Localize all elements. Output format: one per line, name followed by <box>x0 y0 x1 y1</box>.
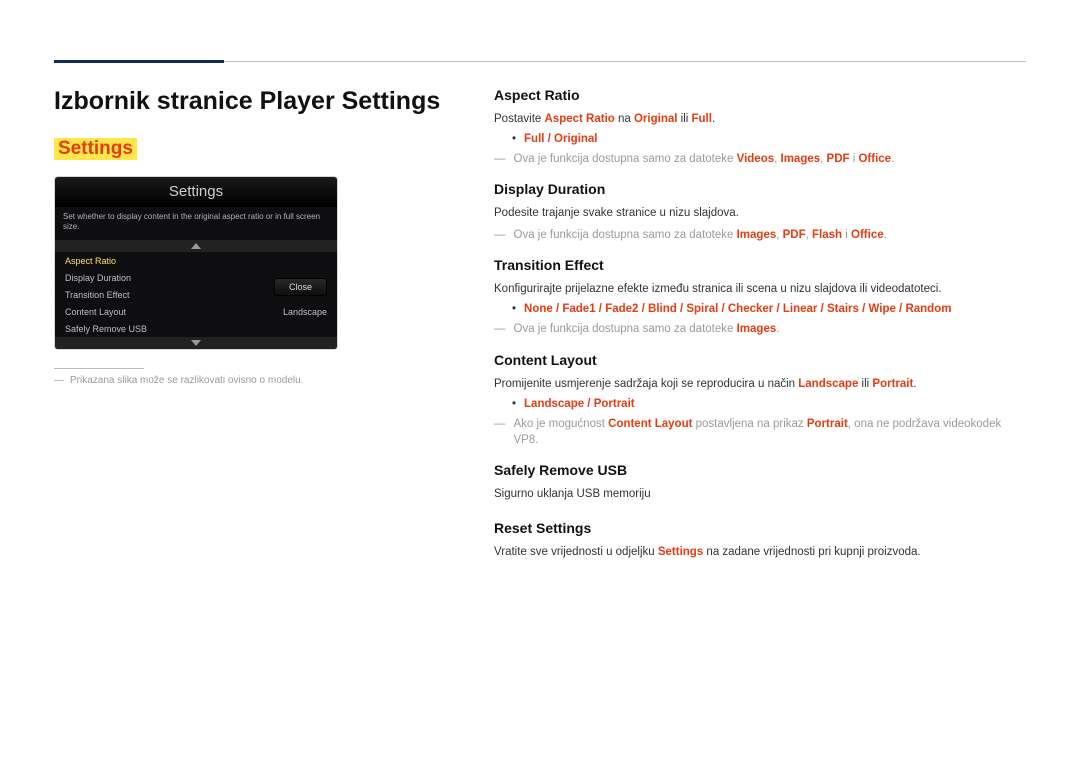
accent-bar <box>54 60 224 63</box>
text: na zadane vrijednosti pri kupnji proizvo… <box>703 546 920 558</box>
dash-icon: ― <box>494 151 506 167</box>
content-bullet: Landscape / Portrait <box>512 398 1026 410</box>
em: Landscape / Portrait <box>524 398 635 410</box>
text: na <box>615 113 634 125</box>
note-text: Ova je funkcija dostupna samo za datotek… <box>514 151 895 167</box>
aspect-line1: Postavite Aspect Ratio na Original ili F… <box>494 111 1026 127</box>
text: Promijenite usmjerenje sadržaja koji se … <box>494 378 798 390</box>
em: Images <box>781 153 821 165</box>
dash-icon: ― <box>494 227 506 243</box>
text: Vratite sve vrijednosti u odjeljku <box>494 546 658 558</box>
em: Full <box>692 113 712 125</box>
screenshot-close-wrap: Close <box>274 278 327 296</box>
em: Aspect Ratio <box>545 113 615 125</box>
transition-line1: Konfigurirajte prijelazne efekte između … <box>494 281 1026 297</box>
screenshot-desc: Set whether to display content in the or… <box>55 207 337 240</box>
transition-bullet: None / Fade1 / Fade2 / Blind / Spiral / … <box>512 303 1026 315</box>
text: Ako je mogućnost <box>514 418 609 430</box>
section-title-transition-effect: Transition Effect <box>494 257 1026 273</box>
display-note: ― Ova je funkcija dostupna samo za datot… <box>494 227 1026 243</box>
note-text: Ova je funkcija dostupna samo za datotek… <box>514 227 887 243</box>
em: Office <box>858 153 891 165</box>
screenshot-row-value: Landscape <box>283 307 327 317</box>
section-title-safely-remove-usb: Safely Remove USB <box>494 462 1026 478</box>
dash-icon: ― <box>494 416 506 448</box>
dash-icon: ― <box>494 321 506 337</box>
screenshot-body: Aspect Ratio Display Duration Transition… <box>55 240 337 349</box>
screenshot-row-label: Display Duration <box>65 273 131 283</box>
footnote: ― Prikazana slika može se razlikovati ov… <box>54 375 454 386</box>
screenshot-title: Settings <box>55 177 337 207</box>
em: Portrait <box>872 378 913 390</box>
dash-icon: ― <box>54 375 64 386</box>
close-button: Close <box>274 278 327 296</box>
subheading-highlight: Settings <box>54 138 137 160</box>
em: Office <box>851 229 884 241</box>
note-text: Ova je funkcija dostupna samo za datotek… <box>514 321 780 337</box>
section-title-reset-settings: Reset Settings <box>494 520 1026 536</box>
top-bar <box>54 60 1026 63</box>
em: Images <box>737 229 777 241</box>
text: . <box>913 378 916 390</box>
text: Ova je funkcija dostupna samo za datotek… <box>514 153 737 165</box>
text: Postavite <box>494 113 545 125</box>
screenshot-row: Aspect Ratio <box>55 252 337 269</box>
section-title-display-duration: Display Duration <box>494 181 1026 197</box>
aspect-note: ― Ova je funkcija dostupna samo za datot… <box>494 151 1026 167</box>
screenshot-row-label: Transition Effect <box>65 290 130 300</box>
em: PDF <box>827 153 850 165</box>
screenshot-row: Safely Remove USB <box>55 320 337 337</box>
em: Original <box>634 113 677 125</box>
section-title-aspect-ratio: Aspect Ratio <box>494 87 1026 103</box>
text: Ova je funkcija dostupna samo za datotek… <box>514 323 737 335</box>
text: ili <box>677 113 691 125</box>
screenshot-row-label: Aspect Ratio <box>65 256 116 266</box>
em: Images <box>737 323 777 335</box>
section-title-content-layout: Content Layout <box>494 352 1026 368</box>
safely-line1: Sigurno uklanja USB memoriju <box>494 486 1026 502</box>
text: . <box>884 229 887 241</box>
text: i <box>842 229 851 241</box>
screenshot-row: Content Layout Landscape <box>55 303 337 320</box>
text: postavljena na prikaz <box>692 418 806 430</box>
scroll-down-icon <box>55 337 337 349</box>
reset-line1: Vratite sve vrijednosti u odjeljku Setti… <box>494 544 1026 560</box>
content-note: ― Ako je mogućnost Content Layout postav… <box>494 416 1026 448</box>
settings-screenshot: Settings Set whether to display content … <box>54 176 338 350</box>
em: Landscape <box>798 378 858 390</box>
aspect-bullet: Full / Original <box>512 133 1026 145</box>
em: Portrait <box>807 418 848 430</box>
horizontal-rule <box>224 61 1026 62</box>
screenshot-row-label: Safely Remove USB <box>65 324 147 334</box>
text: . <box>891 153 894 165</box>
footnote-separator <box>54 368 144 369</box>
transition-note: ― Ova je funkcija dostupna samo za datot… <box>494 321 1026 337</box>
content-line1: Promijenite usmjerenje sadržaja koji se … <box>494 376 1026 392</box>
scroll-up-icon <box>55 240 337 252</box>
text: . <box>712 113 715 125</box>
em: Full / Original <box>524 133 597 145</box>
text: ili <box>858 378 872 390</box>
em: Videos <box>737 153 775 165</box>
note-text: Ako je mogućnost Content Layout postavlj… <box>514 416 1027 448</box>
display-line1: Podesite trajanje svake stranice u nizu … <box>494 205 1026 221</box>
em: Settings <box>658 546 703 558</box>
em: PDF <box>783 229 806 241</box>
em: Flash <box>812 229 842 241</box>
text: . <box>776 323 779 335</box>
page-title: Izbornik stranice Player Settings <box>54 87 454 116</box>
em: None / Fade1 / Fade2 / Blind / Spiral / … <box>524 303 951 315</box>
text: Ova je funkcija dostupna samo za datotek… <box>514 229 737 241</box>
screenshot-row-label: Content Layout <box>65 307 126 317</box>
footnote-text: Prikazana slika može se razlikovati ovis… <box>70 375 303 386</box>
em: Content Layout <box>608 418 692 430</box>
